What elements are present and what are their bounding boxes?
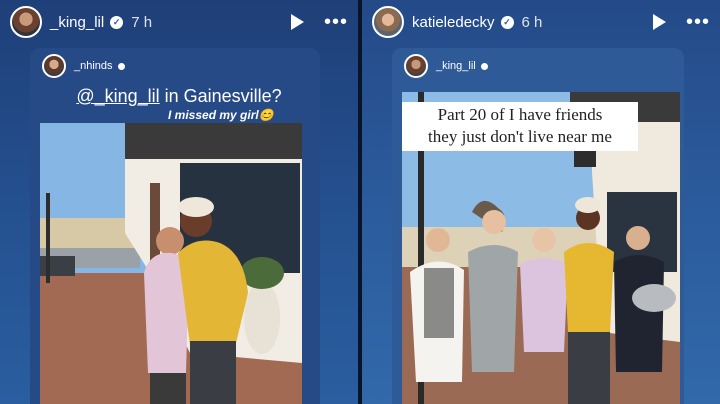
more-icon[interactable]: ••• <box>324 12 348 32</box>
verified-badge-icon: ✓ <box>500 15 514 29</box>
verified-badge-icon <box>117 62 125 70</box>
story-header: _king_lil ✓ 7 h ••• <box>10 5 348 39</box>
post-time: 7 h <box>131 13 153 31</box>
shared-card-header: _nhinds <box>42 54 125 78</box>
caption-text: in Gainesville? <box>159 86 282 106</box>
mention-link[interactable]: @_king_lil <box>76 86 159 106</box>
play-icon[interactable] <box>652 14 666 30</box>
avatar[interactable] <box>372 6 404 38</box>
story-header: katieledecky ✓ 6 h ••• <box>372 5 710 39</box>
shared-card-header: _king_lil <box>404 54 488 78</box>
overlay-line: Part 20 of I have friends <box>437 105 603 124</box>
photo-illustration <box>40 123 302 404</box>
avatar[interactable] <box>42 54 66 78</box>
username[interactable]: _king_lil <box>50 14 104 31</box>
story-text-overlay: Part 20 of I have friends they just don'… <box>402 102 638 151</box>
avatar[interactable] <box>404 54 428 78</box>
username[interactable]: katieledecky <box>412 14 495 31</box>
more-icon[interactable]: ••• <box>686 12 710 32</box>
play-icon[interactable] <box>290 14 304 30</box>
post-time: 6 h <box>521 13 543 31</box>
avatar[interactable] <box>10 6 42 38</box>
shared-username[interactable]: _king_lil <box>436 60 476 72</box>
story-subcaption: I missed my girl😊 <box>168 108 274 122</box>
verified-badge-icon <box>480 62 488 70</box>
story-photo <box>40 123 302 404</box>
shared-username[interactable]: _nhinds <box>74 60 113 72</box>
verified-badge-icon: ✓ <box>110 15 124 29</box>
overlay-line: they just don't live near me <box>428 127 612 146</box>
story-caption: @_king_lil in Gainesville? <box>0 86 358 107</box>
